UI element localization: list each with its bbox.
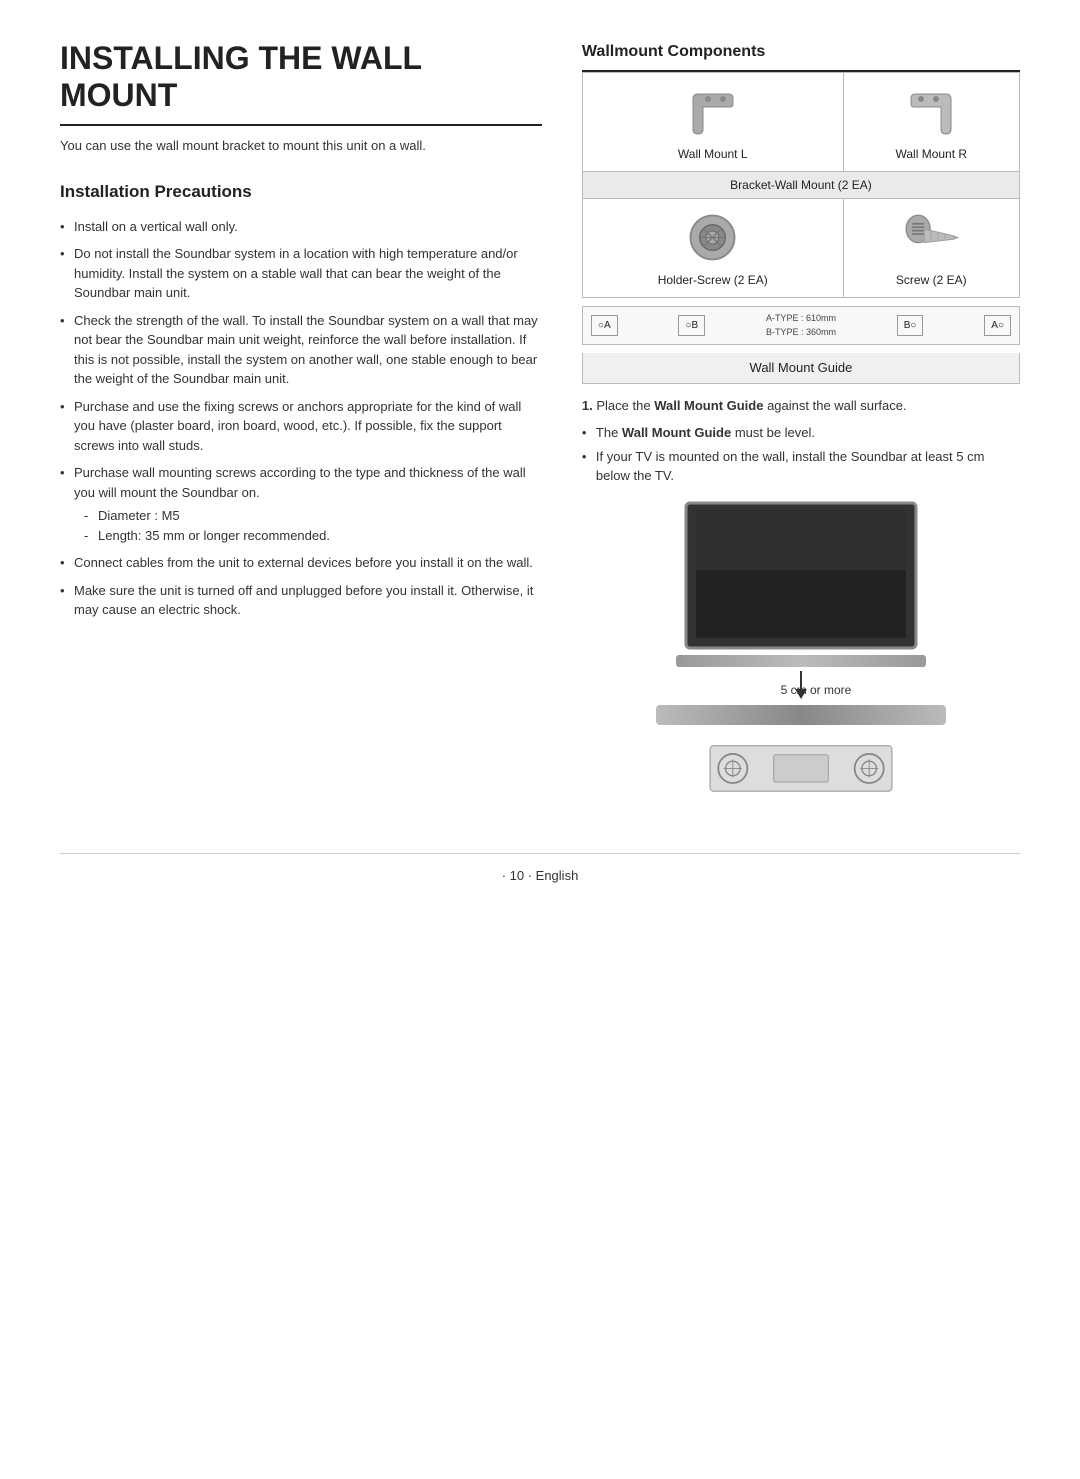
component-cell-bracket-l: Wall Mount L xyxy=(582,73,843,172)
sub-list: Diameter : M5 Length: 35 mm or longer re… xyxy=(74,506,542,545)
step-bullet-item: If your TV is mounted on the wall, insta… xyxy=(582,447,1020,486)
step1-number: 1. xyxy=(582,398,593,413)
page-container: INSTALLING THE WALL MOUNT You can use th… xyxy=(60,40,1020,813)
list-item: Install on a vertical wall only. xyxy=(60,217,542,237)
arrow-down: 5 cm or more xyxy=(751,671,852,699)
tv-illustration: 5 cm or more xyxy=(582,498,1020,813)
holder-screw-image xyxy=(678,207,748,267)
arrow-label: 5 cm or more xyxy=(781,681,852,699)
bracket-r-image xyxy=(896,81,966,141)
left-column: INSTALLING THE WALL MOUNT You can use th… xyxy=(60,40,542,813)
tv-screen-svg xyxy=(681,498,921,653)
list-item: Do not install the Soundbar system in a … xyxy=(60,244,542,303)
list-item: Make sure the unit is turned off and unp… xyxy=(60,581,542,620)
bracket-r-label: Wall Mount R xyxy=(848,145,1015,163)
screw-label: Screw (2 EA) xyxy=(848,271,1015,289)
list-item: Check the strength of the wall. To insta… xyxy=(60,311,542,389)
holder-screw-icon xyxy=(685,210,740,265)
precautions-list: Install on a vertical wall only. Do not … xyxy=(60,217,542,620)
sub-list-item: Length: 35 mm or longer recommended. xyxy=(84,526,542,546)
wall-mount-guide-label: Wall Mount Guide xyxy=(582,353,1020,384)
bracket-l-image xyxy=(678,81,748,141)
page-title: INSTALLING THE WALL MOUNT xyxy=(60,40,542,126)
bracket-l-label: Wall Mount L xyxy=(587,145,839,163)
component-cell-holder: Holder-Screw (2 EA) xyxy=(582,199,843,298)
mount-diagram-svg xyxy=(701,733,901,813)
list-item: Purchase wall mounting screws according … xyxy=(60,463,542,545)
page-footer: · 10 · English xyxy=(60,853,1020,886)
sub-list-item: Diameter : M5 xyxy=(84,506,542,526)
guide-b-circle: B○ xyxy=(897,315,924,336)
bracket-r-icon xyxy=(901,84,961,139)
guide-label-a: ○A xyxy=(591,315,618,336)
holder-screw-label: Holder-Screw (2 EA) xyxy=(587,271,839,289)
bracket-l-icon xyxy=(683,84,743,139)
precautions-title: Installation Precautions xyxy=(60,179,542,205)
screw-icon xyxy=(901,210,961,265)
components-title: Wallmount Components xyxy=(582,40,1020,72)
wall-mount-bottom-diagram xyxy=(701,733,901,813)
step1-bullets: The Wall Mount Guide must be level. If y… xyxy=(582,423,1020,486)
components-table: Wall Mount L Wall Mount R xyxy=(582,72,1020,298)
component-cell-screw: Screw (2 EA) xyxy=(843,199,1019,298)
tv-stand xyxy=(676,655,926,667)
step1-bullet1-bold: Wall Mount Guide xyxy=(622,425,731,440)
guide-a-circle: A○ xyxy=(984,315,1011,336)
step1-bold: Wall Mount Guide xyxy=(654,398,763,413)
component-cell-bracket-r: Wall Mount R xyxy=(843,73,1019,172)
guide-dimensions: A-TYPE : 610mm B-TYPE : 360mm xyxy=(766,312,836,339)
right-column: Wallmount Components Wall Mount L xyxy=(582,40,1020,813)
step-bullet-item: The Wall Mount Guide must be level. xyxy=(582,423,1020,443)
step1-text: 1. Place the Wall Mount Guide against th… xyxy=(582,396,1020,416)
guide-strip-inner: ○A ○B A-TYPE : 610mm B-TYPE : 360mm B○ A… xyxy=(591,312,1011,339)
intro-text: You can use the wall mount bracket to mo… xyxy=(60,136,542,156)
guide-label-b: ○B xyxy=(678,315,705,336)
list-item: Purchase and use the fixing screws or an… xyxy=(60,397,542,456)
guide-strip: ○A ○B A-TYPE : 610mm B-TYPE : 360mm B○ A… xyxy=(582,306,1020,345)
soundbar-illustration xyxy=(656,705,946,725)
list-item: Connect cables from the unit to external… xyxy=(60,553,542,573)
bracket-header: Bracket-Wall Mount (2 EA) xyxy=(582,172,1019,199)
screw-image xyxy=(896,207,966,267)
